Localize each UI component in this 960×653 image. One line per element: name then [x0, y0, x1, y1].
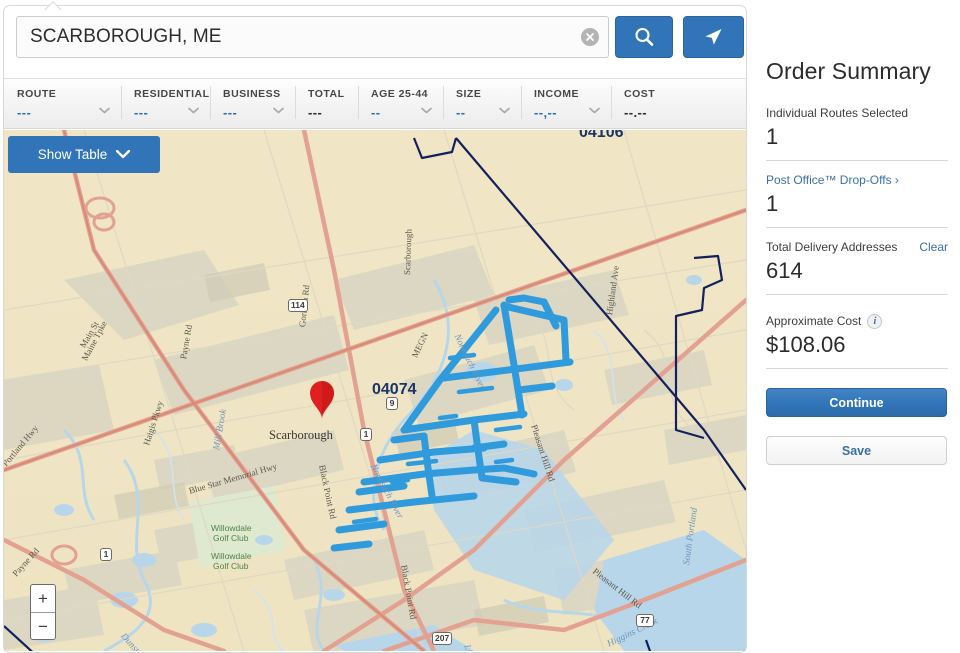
routes-selected-value: 1 [766, 124, 779, 149]
dropoffs-value: 1 [766, 191, 779, 216]
filter-income[interactable]: INCOME --,-- [521, 79, 611, 128]
summary-section-routes: Individual Routes Selected 1 [766, 106, 948, 161]
filter-cost: COST --.-- [611, 79, 681, 128]
filter-total: TOTAL --- [295, 79, 358, 128]
map-zoom-controls: + − [30, 584, 56, 640]
summary-section-dropoffs: Post Office™ Drop-Offs › 1 [766, 173, 948, 228]
approximate-cost-value: $108.06 [766, 332, 846, 357]
chevron-down-icon[interactable] [273, 101, 284, 119]
search-button[interactable] [615, 16, 673, 58]
filter-age-25-44[interactable]: AGE 25-44 -- [358, 79, 443, 128]
filter-label: AGE 25-44 [371, 88, 429, 100]
filter-label: COST [624, 88, 656, 100]
chevron-down-icon[interactable] [99, 101, 110, 119]
approximate-cost-label: Approximate Cost [766, 314, 862, 328]
continue-button[interactable]: Continue [766, 388, 947, 417]
chevron-down-icon[interactable] [421, 101, 432, 119]
filter-label: INCOME [534, 88, 579, 100]
summary-section-addresses: Total Delivery Addresses Clear 614 [766, 240, 948, 295]
map-viewport[interactable]: Scarborough Willowdale Golf Club Willowdale… [4, 130, 746, 651]
chevron-down-icon[interactable] [499, 101, 510, 119]
map-canvas [4, 130, 746, 651]
routes-selected-label: Individual Routes Selected [766, 106, 909, 120]
order-summary-panel: Order Summary Individual Routes Selected… [766, 58, 948, 465]
search-input[interactable] [17, 17, 609, 57]
total-addresses-value: 614 [766, 258, 803, 283]
clear-addresses-link[interactable]: Clear [919, 240, 948, 254]
info-icon[interactable]: i [867, 314, 883, 329]
locate-button[interactable] [682, 16, 744, 58]
show-table-label: Show Table [37, 147, 108, 162]
page-title: Order Summary [766, 58, 931, 84]
filter-size[interactable]: SIZE -- [443, 79, 521, 128]
search-icon [635, 27, 654, 46]
clear-circle-icon[interactable] [581, 28, 600, 46]
filter-value: -- [456, 105, 466, 120]
filter-value: --- [308, 105, 323, 120]
post-office-dropoffs-link[interactable]: Post Office™ Drop-Offs › [766, 173, 948, 188]
filter-value: --- [223, 105, 238, 120]
filter-value: -- [371, 105, 381, 120]
zoom-out-button[interactable]: − [31, 612, 55, 639]
summary-section-cost: Approximate Cost i $108.06 [766, 314, 948, 369]
filter-route[interactable]: ROUTE --- [4, 79, 121, 128]
filter-label: RESIDENTIAL [134, 88, 210, 100]
locate-arrow-icon [705, 29, 722, 45]
chevron-down-icon[interactable] [188, 101, 199, 119]
filter-value: --.-- [624, 105, 647, 120]
search-row [16, 16, 744, 58]
zoom-in-button[interactable]: + [31, 585, 55, 612]
save-button[interactable]: Save [766, 436, 947, 465]
filter-label: TOTAL [308, 88, 345, 100]
show-table-button[interactable]: Show Table [8, 136, 160, 173]
filter-label: ROUTE [17, 88, 57, 100]
search-box[interactable] [16, 16, 610, 58]
total-addresses-label: Total Delivery Addresses [766, 240, 898, 254]
filter-residential[interactable]: RESIDENTIAL --- [121, 79, 210, 128]
chevron-down-icon [116, 150, 131, 159]
filter-business[interactable]: BUSINESS --- [210, 79, 295, 128]
chevron-down-icon[interactable] [589, 101, 600, 119]
callout-pointer-arrow [44, 0, 62, 10]
eddm-app: ROUTE---RESIDENTIAL---BUSINESS---TOTAL--… [0, 0, 960, 653]
filter-label: BUSINESS [223, 88, 281, 100]
demographic-filter-bar: ROUTE --- RESIDENTIAL --- BUSINESS --- TOTAL --… [4, 78, 746, 129]
filter-label: SIZE [456, 88, 482, 100]
